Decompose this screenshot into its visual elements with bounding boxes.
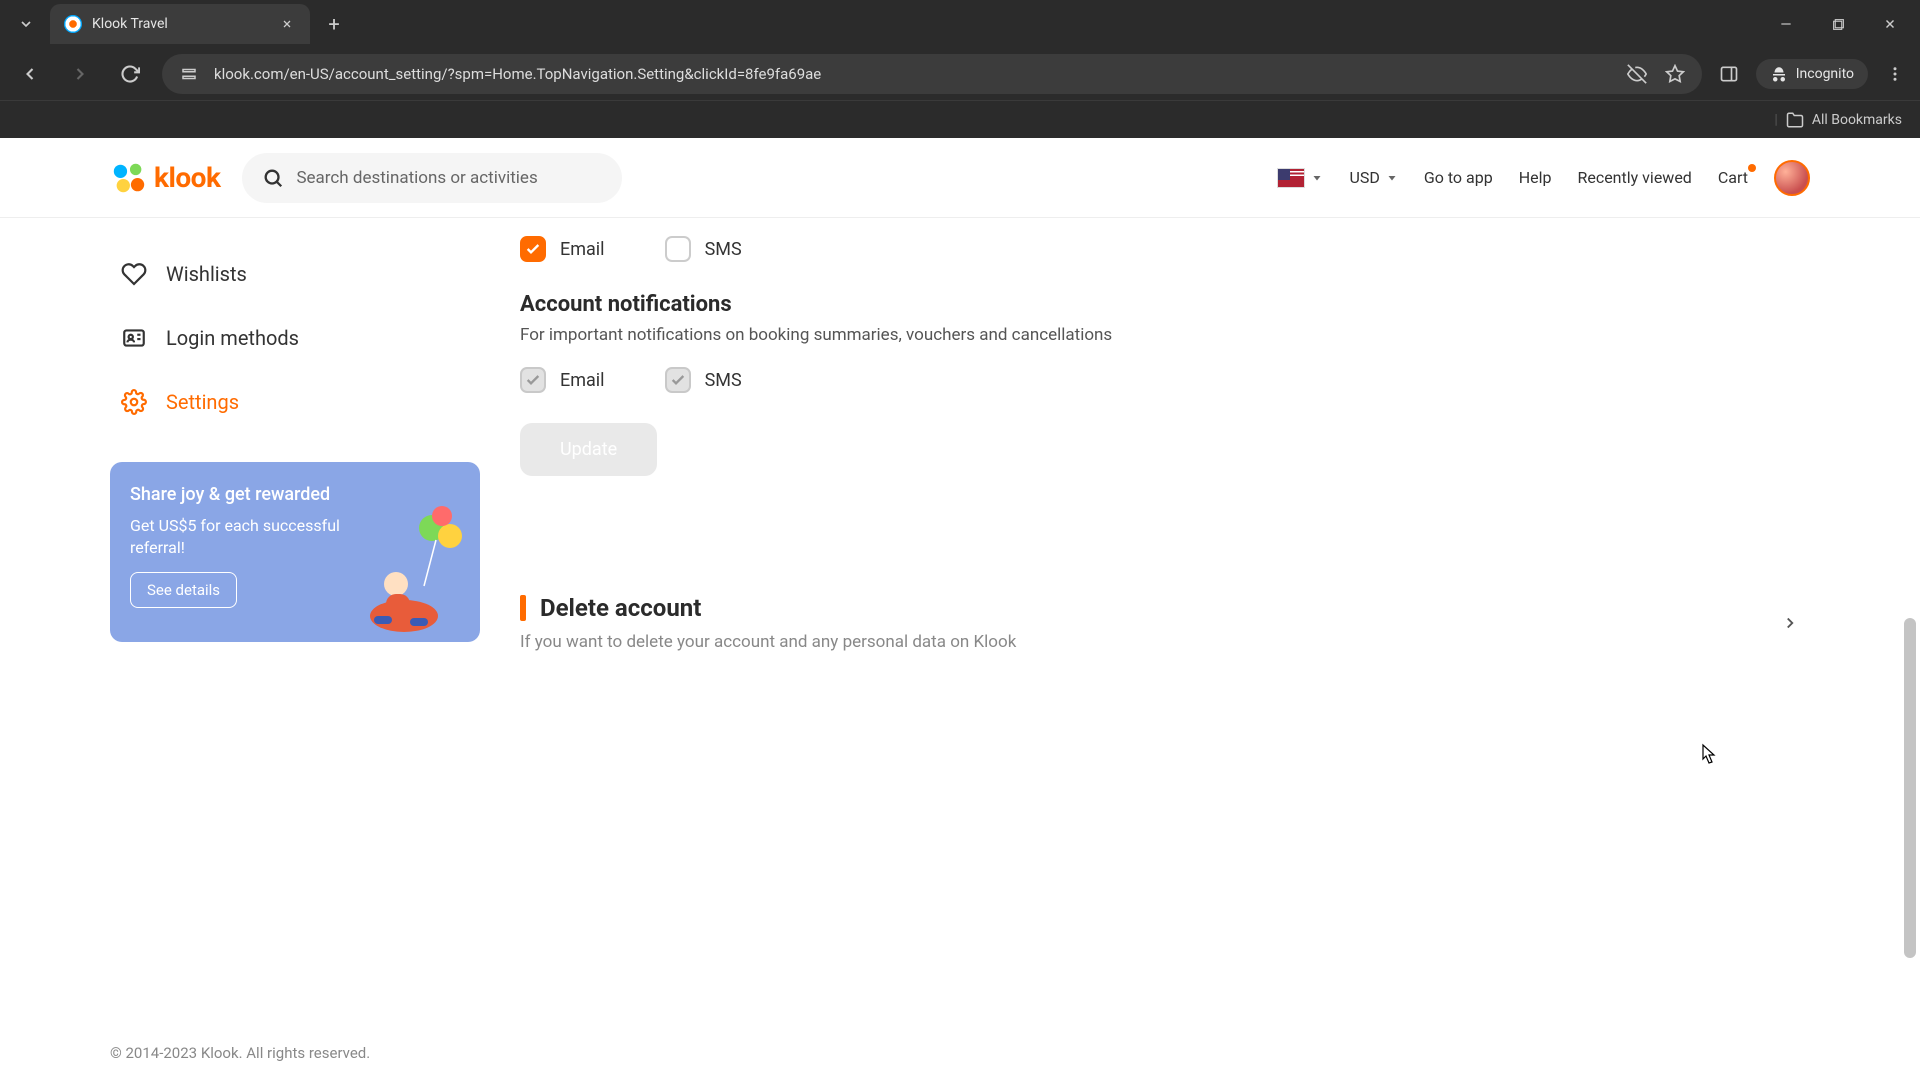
promo-banner[interactable]: Share joy & get rewarded Get US$5 for ea… <box>110 462 480 642</box>
checkbox-label: Email <box>560 370 605 391</box>
tab-bar: Klook Travel + <box>0 0 1920 48</box>
sidebar-item-settings[interactable]: Settings <box>110 370 480 434</box>
checkbox-label: Email <box>560 239 605 260</box>
url-box[interactable]: klook.com/en-US/account_setting/?spm=Hom… <box>162 54 1702 94</box>
accent-bar <box>520 595 526 621</box>
checkbox-label: SMS <box>705 239 742 260</box>
sidebar-item-label: Wishlists <box>166 262 247 286</box>
site-header: klook Search destinations or activities … <box>0 138 1920 218</box>
forward-button[interactable] <box>62 56 98 92</box>
sidebar-item-wishlists[interactable]: Wishlists <box>110 242 480 306</box>
currency-label: USD <box>1349 168 1379 187</box>
delete-account-title: Delete account <box>540 594 701 622</box>
go-to-app-link[interactable]: Go to app <box>1424 168 1493 187</box>
checkbox-label: SMS <box>705 370 742 391</box>
currency-selector[interactable]: USD <box>1349 168 1397 187</box>
avatar[interactable] <box>1774 160 1810 196</box>
minimize-icon[interactable] <box>1764 6 1808 42</box>
chevron-down-icon <box>1386 172 1398 184</box>
window-controls <box>1764 6 1912 42</box>
marketing-checkbox-row: Email SMS <box>520 236 1810 262</box>
maximize-icon[interactable] <box>1816 6 1860 42</box>
incognito-icon <box>1770 65 1788 83</box>
help-link[interactable]: Help <box>1519 168 1552 187</box>
account-checkbox-row: Email SMS <box>520 367 1810 393</box>
heart-icon <box>120 260 148 288</box>
cart-label: Cart <box>1718 168 1748 187</box>
browser-chrome: Klook Travel + klook.com/en-US/account_s… <box>0 0 1920 138</box>
update-button[interactable]: Update <box>520 423 657 476</box>
logo-mark-icon <box>110 159 148 197</box>
tab-close-icon[interactable] <box>278 15 296 33</box>
sidebar-item-label: Settings <box>166 390 239 414</box>
account-notifications-subtitle: For important notifications on booking s… <box>520 325 1810 345</box>
logo-text: klook <box>154 161 220 194</box>
delete-account-card[interactable]: Delete account If you want to delete you… <box>520 566 1810 680</box>
folder-icon <box>1786 111 1804 129</box>
tab-favicon <box>64 15 82 33</box>
marketing-sms-checkbox[interactable]: SMS <box>665 236 742 262</box>
bookmark-star-icon[interactable] <box>1662 61 1688 87</box>
us-flag-icon <box>1277 168 1305 188</box>
sidebar-item-label: Login methods <box>166 326 299 350</box>
search-placeholder: Search destinations or activities <box>296 168 537 188</box>
id-card-icon <box>120 324 148 352</box>
promo-title: Share joy & get rewarded <box>130 484 460 505</box>
bookmarks-bar: | All Bookmarks <box>0 100 1920 138</box>
page-scrollbar[interactable] <box>1902 138 1918 1080</box>
cart-notification-dot <box>1748 164 1756 172</box>
language-selector[interactable] <box>1277 168 1323 188</box>
tab-title: Klook Travel <box>92 16 268 32</box>
new-tab-button[interactable]: + <box>316 6 352 42</box>
sidebar: Wishlists Login methods Settings Share j… <box>110 218 480 680</box>
browser-tab[interactable]: Klook Travel <box>50 4 310 44</box>
reload-button[interactable] <box>112 56 148 92</box>
checkbox-unchecked-icon <box>665 236 691 262</box>
back-button[interactable] <box>12 56 48 92</box>
address-bar: klook.com/en-US/account_setting/?spm=Hom… <box>0 48 1920 100</box>
cart-link[interactable]: Cart <box>1718 168 1748 187</box>
gear-icon <box>120 388 148 416</box>
checkbox-disabled-icon <box>520 367 546 393</box>
search-input[interactable]: Search destinations or activities <box>242 153 622 203</box>
account-sms-checkbox: SMS <box>665 367 742 393</box>
account-notifications-title: Account notifications <box>520 292 1810 317</box>
see-details-button[interactable]: See details <box>130 572 237 608</box>
chevron-right-icon[interactable] <box>1770 603 1810 643</box>
page-content: klook Search destinations or activities … <box>0 138 1920 1080</box>
cursor-pointer-icon <box>1697 743 1717 769</box>
close-window-icon[interactable] <box>1868 6 1912 42</box>
chevron-down-icon <box>1311 172 1323 184</box>
delete-account-subtitle: If you want to delete your account and a… <box>520 632 1770 652</box>
browser-menu-icon[interactable] <box>1882 61 1908 87</box>
checkbox-checked-icon <box>520 236 546 262</box>
all-bookmarks-button[interactable]: All Bookmarks <box>1812 112 1902 128</box>
footer-copyright: © 2014-2023 Klook. All rights reserved. <box>110 1044 370 1062</box>
checkbox-disabled-icon <box>665 367 691 393</box>
recently-viewed-link[interactable]: Recently viewed <box>1577 168 1691 187</box>
incognito-chip[interactable]: Incognito <box>1756 59 1868 89</box>
site-info-icon[interactable] <box>176 61 202 87</box>
account-email-checkbox: Email <box>520 367 605 393</box>
incognito-label: Incognito <box>1796 66 1854 82</box>
content-wrap: Wishlists Login methods Settings Share j… <box>0 218 1920 680</box>
url-text: klook.com/en-US/account_setting/?spm=Hom… <box>214 65 1612 83</box>
eye-off-icon[interactable] <box>1624 61 1650 87</box>
scrollbar-thumb[interactable] <box>1904 618 1916 958</box>
promo-subtitle: Get US$5 for each successful referral! <box>130 515 340 558</box>
side-panel-icon[interactable] <box>1716 61 1742 87</box>
tabs-search-icon[interactable] <box>8 6 44 42</box>
settings-main: Email SMS Account notifications For impo… <box>520 218 1810 680</box>
marketing-email-checkbox[interactable]: Email <box>520 236 605 262</box>
sidebar-item-login-methods[interactable]: Login methods <box>110 306 480 370</box>
promo-illustration <box>354 506 474 636</box>
header-right: USD Go to app Help Recently viewed Cart <box>1277 160 1810 196</box>
logo[interactable]: klook <box>110 159 220 197</box>
search-icon <box>262 167 284 189</box>
